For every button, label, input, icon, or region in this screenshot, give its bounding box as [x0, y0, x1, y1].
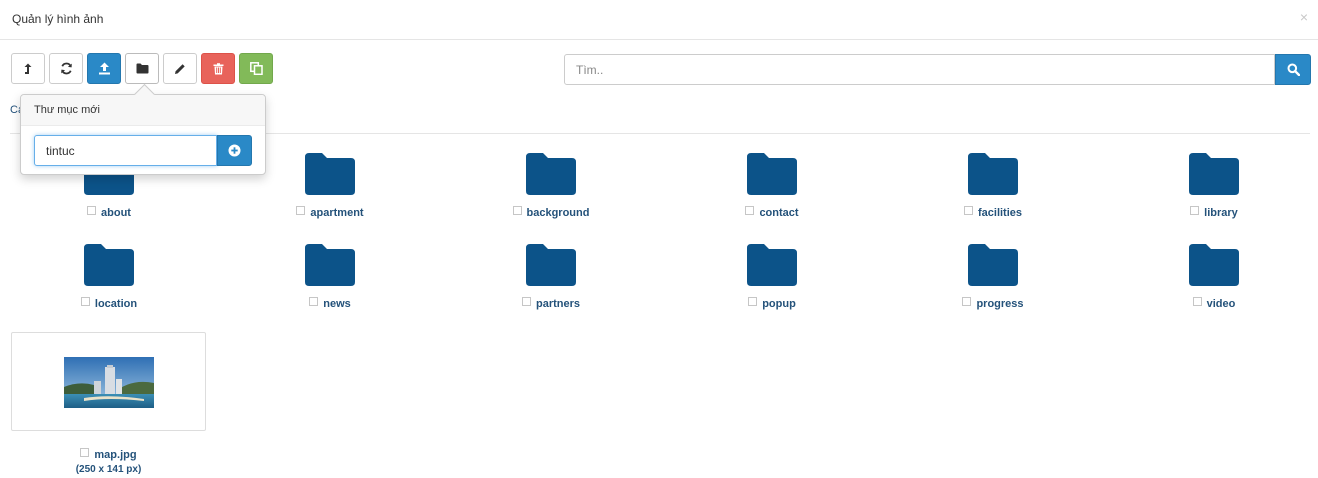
search-group — [564, 54, 1311, 85]
new-folder-name-input[interactable] — [34, 135, 217, 166]
folder-item[interactable]: apartment — [240, 153, 420, 233]
folder-checkbox[interactable] — [962, 297, 972, 306]
folder-checkbox[interactable] — [745, 206, 755, 215]
folder-icon — [747, 153, 797, 195]
folder-icon — [1189, 153, 1239, 195]
folder-icon — [305, 244, 355, 286]
folder-name[interactable]: facilities — [978, 207, 1022, 219]
folder-item[interactable]: location — [19, 244, 199, 324]
popover-body — [34, 135, 252, 166]
folder-name[interactable]: background — [527, 207, 590, 219]
folder-name[interactable]: library — [1204, 207, 1238, 219]
refresh-icon — [60, 62, 72, 75]
toolbar — [11, 53, 277, 84]
folder-item[interactable]: contact — [682, 153, 862, 233]
folder-name[interactable]: popup — [762, 298, 796, 310]
folder-icon — [968, 153, 1018, 195]
copy-button[interactable] — [239, 53, 273, 84]
image-dimensions: (250 x 141 px) — [75, 464, 142, 475]
folder-name[interactable]: location — [95, 298, 137, 310]
folder-checkbox[interactable] — [748, 297, 758, 306]
pencil-icon — [175, 63, 185, 74]
new-folder-button[interactable] — [125, 53, 159, 84]
folder-item[interactable]: video — [1124, 244, 1304, 324]
new-folder-popover: Thư mục mới — [20, 83, 266, 175]
folder-icon — [84, 244, 134, 286]
image-filename[interactable]: map.jpg — [94, 449, 136, 461]
folder-checkbox[interactable] — [512, 206, 522, 215]
create-folder-button[interactable] — [217, 135, 252, 166]
refresh-button[interactable] — [49, 53, 83, 84]
folder-icon — [305, 153, 355, 195]
rename-button[interactable] — [163, 53, 197, 84]
folder-name[interactable]: video — [1207, 298, 1236, 310]
folder-item[interactable]: library — [1124, 153, 1304, 233]
folder-checkbox[interactable] — [521, 297, 531, 306]
folder-name[interactable]: partners — [536, 298, 580, 310]
folder-item[interactable]: progress — [903, 244, 1083, 324]
search-input[interactable] — [564, 54, 1275, 85]
up-folder-button[interactable] — [11, 53, 45, 84]
folder-icon — [747, 244, 797, 286]
plus-circle-icon — [228, 144, 241, 157]
level-up-icon — [24, 63, 32, 74]
folder-icon — [136, 63, 148, 74]
image-checkbox[interactable] — [80, 448, 90, 457]
folder-name[interactable]: contact — [759, 207, 798, 219]
folder-item[interactable]: facilities — [903, 153, 1083, 233]
folder-icon — [968, 244, 1018, 286]
folder-checkbox[interactable] — [296, 206, 306, 215]
folder-item[interactable]: partners — [461, 244, 641, 324]
image-thumbnail-card[interactable] — [11, 332, 206, 431]
popover-title: Thư mục mới — [21, 95, 265, 126]
folder-name[interactable]: apartment — [310, 207, 363, 219]
folder-icon — [526, 153, 576, 195]
folder-item[interactable]: news — [240, 244, 420, 324]
upload-icon — [98, 62, 110, 75]
folder-checkbox[interactable] — [80, 297, 90, 306]
close-button[interactable]: × — [1300, 9, 1308, 25]
folder-name[interactable]: progress — [976, 298, 1023, 310]
folder-icon — [1189, 244, 1239, 286]
trash-icon — [213, 62, 223, 74]
folder-checkbox[interactable] — [963, 206, 973, 215]
folder-checkbox[interactable] — [309, 297, 319, 306]
upload-button[interactable] — [87, 53, 121, 84]
image-thumbnail — [64, 357, 154, 408]
folder-checkbox[interactable] — [1192, 297, 1202, 306]
folder-checkbox[interactable] — [1190, 206, 1200, 215]
delete-button[interactable] — [201, 53, 235, 84]
folder-name[interactable]: about — [101, 207, 131, 219]
folder-icon — [526, 244, 576, 286]
dialog-title: Quản lý hình ảnh — [12, 12, 104, 26]
folder-item[interactable]: background — [461, 153, 641, 233]
folder-checkbox[interactable] — [87, 206, 97, 215]
copy-icon — [249, 62, 263, 75]
folder-item[interactable]: popup — [682, 244, 862, 324]
dialog-header: Quản lý hình ảnh × — [0, 0, 1318, 40]
search-icon — [1287, 63, 1300, 76]
folder-name[interactable]: news — [323, 298, 351, 310]
search-button[interactable] — [1275, 54, 1311, 85]
